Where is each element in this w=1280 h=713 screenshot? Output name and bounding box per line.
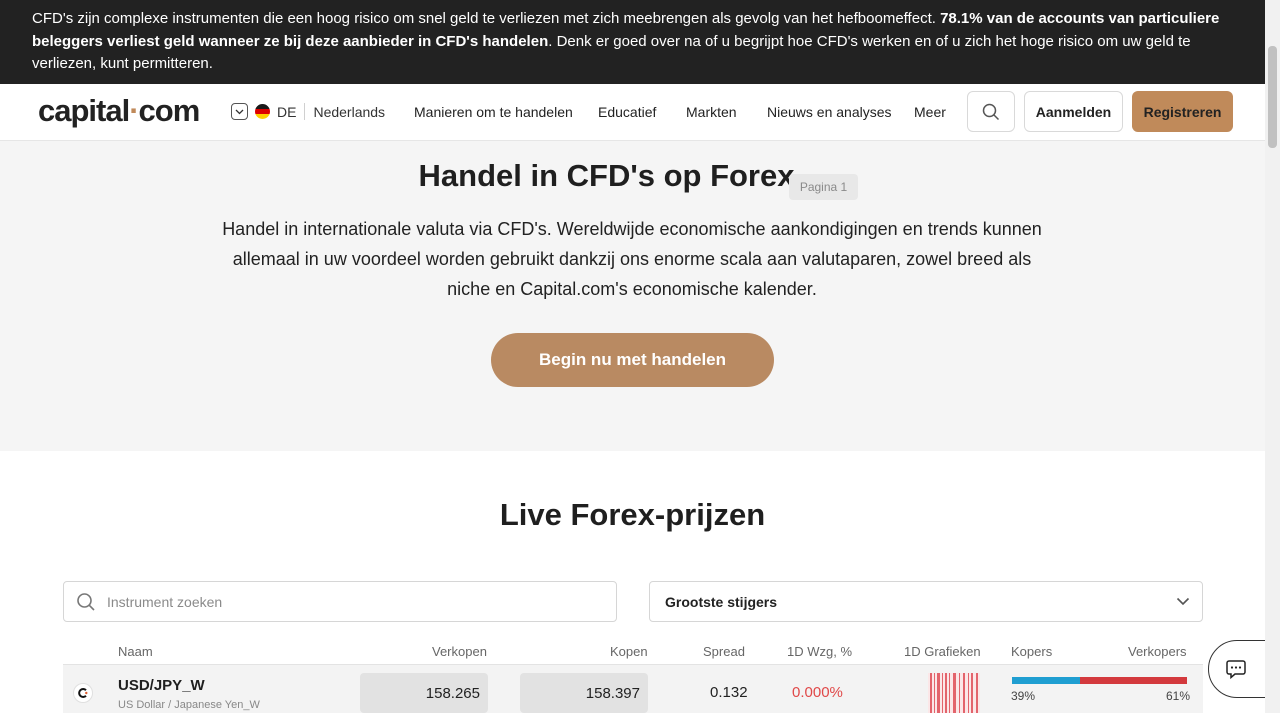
page-title-text: Handel in CFD's op Forex: [418, 158, 795, 193]
sell-price-button[interactable]: 158.265: [360, 673, 488, 713]
page-badge: Pagina 1: [789, 174, 858, 200]
column-header-charts: 1D Grafieken: [904, 644, 981, 659]
language-label: Nederlands: [313, 103, 386, 120]
column-header-name[interactable]: Naam: [118, 644, 153, 659]
column-header-buyers: Kopers: [1011, 644, 1053, 659]
page-title: Handel in CFD's op Forex: [0, 158, 1265, 194]
chat-icon: [1226, 660, 1246, 680]
buyers-percent: 39%: [1011, 689, 1036, 703]
logo-text-left: capital: [38, 93, 130, 128]
chevron-down-icon: [1176, 597, 1190, 606]
chat-button[interactable]: [1208, 640, 1268, 698]
nav-news-analysis[interactable]: Nieuws en analyses: [767, 104, 892, 120]
column-header-buy[interactable]: Kopen: [610, 644, 648, 659]
logo-text-right: com: [138, 93, 201, 128]
risk-warning-banner: CFD's zijn complexe instrumenten die een…: [0, 0, 1265, 84]
column-header-sell[interactable]: Verkopen: [432, 644, 487, 659]
login-button[interactable]: Aanmelden: [1024, 91, 1123, 132]
logo-dot: ·: [129, 93, 139, 128]
start-trading-button[interactable]: Begin nu met handelen: [491, 333, 774, 387]
nav-education[interactable]: Educatief: [598, 104, 656, 120]
hero-section: Handel in CFD's op Forex Pagina 1 Handel…: [0, 141, 1265, 451]
sort-selected-value: Grootste stijgers: [665, 593, 778, 610]
instrument-name: US Dollar / Japanese Yen_W: [118, 699, 260, 711]
nav-ways-to-trade[interactable]: Manieren om te handelen: [414, 104, 573, 120]
instrument-symbol[interactable]: USD/JPY_W: [118, 677, 205, 694]
country-code: DE: [277, 103, 297, 120]
instrument-search[interactable]: [63, 581, 617, 622]
risk-text-start: CFD's zijn complexe instrumenten die een…: [32, 10, 941, 27]
buyers-fill: [1012, 677, 1081, 684]
column-header-spread[interactable]: Spread: [703, 644, 745, 659]
header-search-button[interactable]: [967, 91, 1015, 132]
search-icon: [76, 592, 96, 612]
change-value: 0.000%: [792, 684, 843, 701]
column-header-sellers: Verkopers: [1128, 644, 1187, 659]
divider: [304, 103, 306, 120]
sellers-percent: 61%: [1166, 689, 1191, 703]
scrollbar-thumb[interactable]: [1268, 46, 1277, 148]
spread-value: 0.132: [710, 684, 748, 701]
language-selector[interactable]: DE Nederlands: [231, 103, 385, 120]
hero-description: Handel in internationale valuta via CFD'…: [222, 219, 1042, 299]
register-button[interactable]: Registreren: [1132, 91, 1233, 132]
nav-more[interactable]: Meer: [914, 104, 946, 120]
live-prices-title: Live Forex-prijzen: [499, 497, 766, 532]
sparkline-chart: [928, 673, 980, 713]
buy-price-button[interactable]: 158.397: [520, 673, 648, 713]
sentiment-bar: [1012, 677, 1187, 684]
nav-markets[interactable]: Markten: [686, 104, 737, 120]
search-icon: [982, 103, 1000, 120]
scrollbar[interactable]: [1265, 0, 1280, 713]
site-header: capital·com DE Nederlands Manieren om te…: [0, 84, 1265, 141]
capital-coin-icon: [73, 683, 93, 703]
germany-flag-icon: [255, 104, 270, 119]
chevron-down-icon[interactable]: [231, 103, 248, 120]
logo[interactable]: capital·com: [38, 93, 201, 129]
sort-select[interactable]: Grootste stijgers: [649, 581, 1203, 622]
instrument-search-input[interactable]: [107, 593, 587, 610]
column-header-change[interactable]: 1D Wzg, %: [787, 644, 852, 659]
